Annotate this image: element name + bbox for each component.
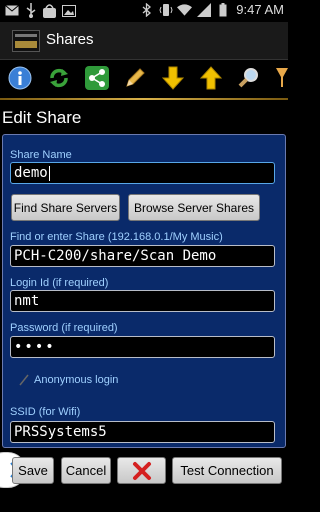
wifi-icon [177,2,193,17]
share-icon[interactable] [84,65,110,91]
refresh-icon[interactable] [46,65,72,91]
anonymous-checkbox[interactable] [18,371,32,386]
share-path-field[interactable]: PCH-C200/share/Scan Demo [10,245,275,267]
save-button[interactable]: Save [12,457,54,484]
ssid-field[interactable]: PRSSystems5 [10,421,275,443]
action-bar: Shares [0,22,288,60]
usb-icon [23,3,38,18]
info-icon[interactable] [7,65,33,91]
status-bar: 9:47 AM [0,0,288,22]
test-connection-button[interactable]: Test Connection [172,457,282,484]
up-arrow-icon[interactable] [198,65,224,91]
find-share-servers-button[interactable]: Find Share Servers [11,194,120,221]
envelope-icon [4,3,19,18]
status-time: 9:47 AM [236,2,284,17]
app-title: Shares [46,31,94,48]
bottom-bar: Save Cancel Test Connection [0,448,288,512]
login-id-label: Login Id (if required) [10,277,109,289]
password-field[interactable]: •••• [10,336,275,358]
image-icon [61,3,76,18]
page-title: Edit Share [2,108,82,127]
ssid-label: SSID (for Wifi) [10,406,81,418]
bluetooth-icon [139,2,154,17]
text-cursor [48,165,50,181]
cancel-button[interactable]: Cancel [61,457,111,484]
browse-server-shares-button[interactable]: Browse Server Shares [128,194,260,221]
anonymous-login-label[interactable]: Anonymous login [34,374,118,386]
down-arrow-icon[interactable] [160,65,186,91]
vibrate-icon [158,2,173,17]
bag-icon [42,3,57,18]
share-name-label: Share Name [10,149,72,161]
delete-button[interactable] [117,457,166,484]
search-icon[interactable] [236,65,262,91]
app-logo[interactable] [12,30,40,52]
pencil-icon[interactable] [122,65,148,91]
toolbar [0,60,288,96]
battery-icon [215,2,230,17]
share-path-label: Find or enter Share (192.168.0.1/My Musi… [10,231,223,243]
divider [0,98,288,100]
filter-icon[interactable] [274,65,300,91]
password-label: Password (if required) [10,322,118,334]
login-id-field[interactable]: nmt [10,290,275,312]
signal-icon [196,2,211,17]
share-name-field[interactable]: demo [10,162,275,184]
red-x-icon [132,461,151,480]
